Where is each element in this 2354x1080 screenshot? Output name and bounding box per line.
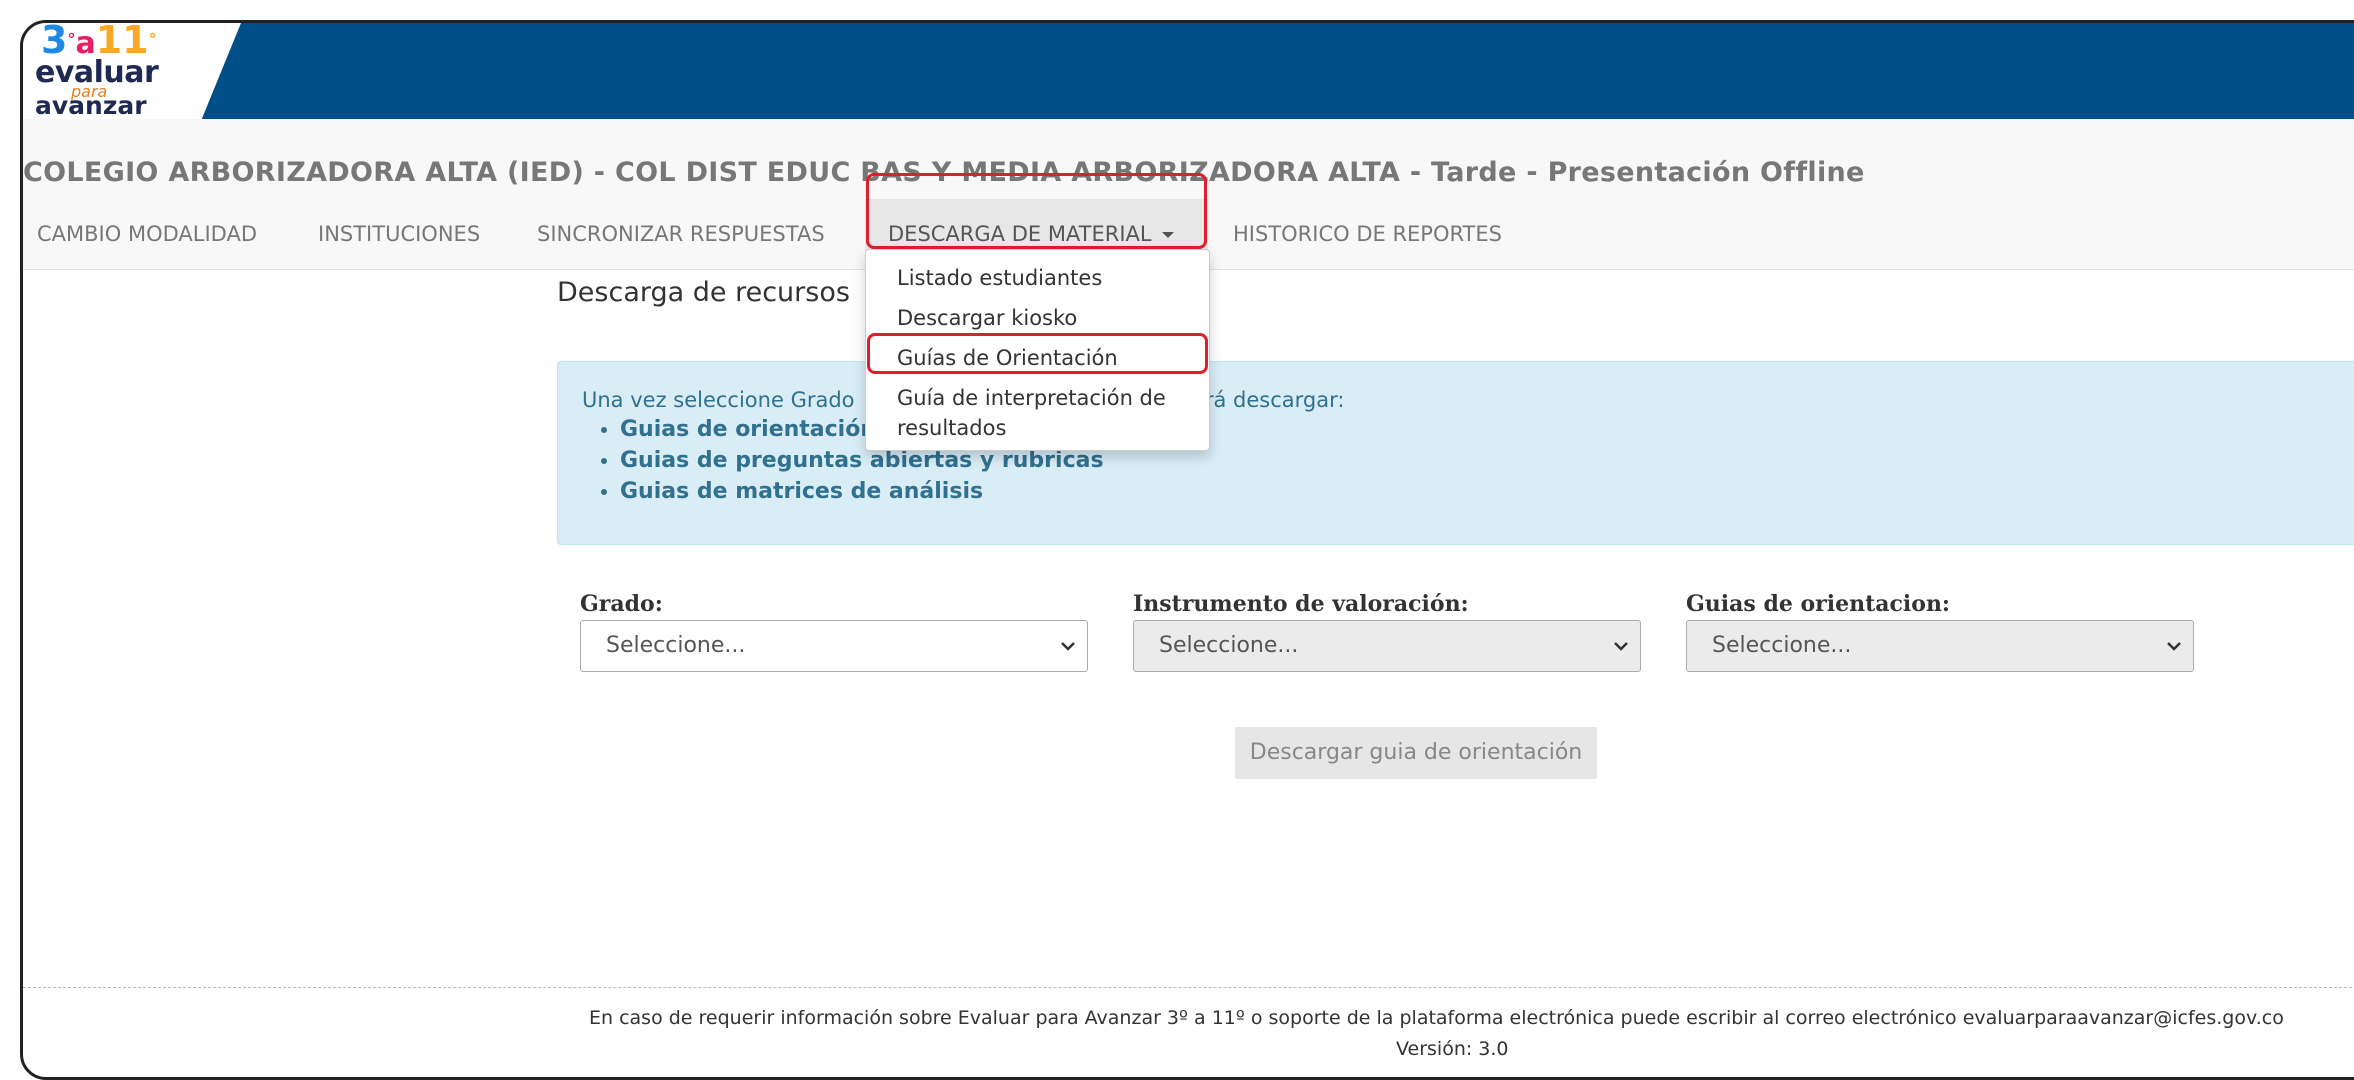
list-item: Guias de matrices de análisis (620, 476, 1104, 507)
school-title: COLEGIO ARBORIZADORA ALTA (IED) - COL DI… (23, 157, 1865, 188)
nav-cambio-modalidad[interactable]: CAMBIO MODALIDAD (33, 199, 261, 269)
info-alert: Una vez seleccione Gradodrá descargar: G… (557, 361, 2354, 545)
download-guide-button[interactable]: Descargar guia de orientación (1235, 727, 1597, 779)
logo-avanzar: avanzar (35, 91, 147, 120)
nav-sincronizar-respuestas[interactable]: SINCRONIZAR RESPUESTAS (533, 199, 829, 269)
page-title: Descarga de recursos (557, 277, 850, 308)
nav-descarga-label: DESCARGA DE MATERIAL (888, 222, 1152, 246)
guias-orientacion-select[interactable]: Seleccione... (1686, 620, 2194, 672)
instrumento-select-value: Seleccione... (1159, 633, 1299, 658)
nav-historico-de-reportes[interactable]: HISTORICO DE REPORTES (1229, 199, 1506, 269)
footer-info: En caso de requerir información sobre Ev… (589, 1007, 2284, 1029)
menu-item-guia-de-interpretacion[interactable]: Guía de interpretación de resultados (866, 383, 1209, 443)
chevron-down-icon (1614, 642, 1628, 651)
chevron-down-icon (2167, 642, 2181, 651)
app-window: 3°a11° evaluar para avanzar COLEGIO ARBO… (20, 20, 2354, 1080)
grado-label: Grado: (580, 591, 663, 617)
menu-item-label-line1: Guía de interpretación de (897, 386, 1166, 410)
top-banner (23, 23, 2354, 119)
evaluar-para-avanzar-logo[interactable]: 3°a11° evaluar para avanzar (35, 23, 185, 120)
instrumento-label: Instrumento de valoración: (1133, 591, 1469, 617)
instrumento-select[interactable]: Seleccione... (1133, 620, 1641, 672)
menu-item-label-line2: resultados (897, 416, 1007, 440)
descarga-dropdown-menu: Listado estudiantes Descargar kiosko Guí… (865, 249, 1210, 451)
menu-item-guias-de-orientacion[interactable]: Guías de Orientación (866, 343, 1209, 373)
nav-instituciones[interactable]: INSTITUCIONES (314, 199, 484, 269)
grado-select[interactable]: Seleccione... (580, 620, 1088, 672)
menu-item-listado-estudiantes[interactable]: Listado estudiantes (866, 263, 1209, 293)
caret-down-icon (1161, 232, 1174, 238)
footer-version: Versión: 3.0 (1396, 1038, 1509, 1060)
grado-select-value: Seleccione... (606, 633, 746, 658)
chevron-down-icon (1061, 642, 1075, 651)
menu-item-descargar-kiosko[interactable]: Descargar kiosko (866, 303, 1209, 333)
footer-divider (23, 987, 2354, 988)
guias-orientacion-select-value: Seleccione... (1712, 633, 1852, 658)
guias-orientacion-label: Guias de orientacion: (1686, 591, 1951, 617)
navbar: COLEGIO ARBORIZADORA ALTA (IED) - COL DI… (23, 119, 2354, 270)
